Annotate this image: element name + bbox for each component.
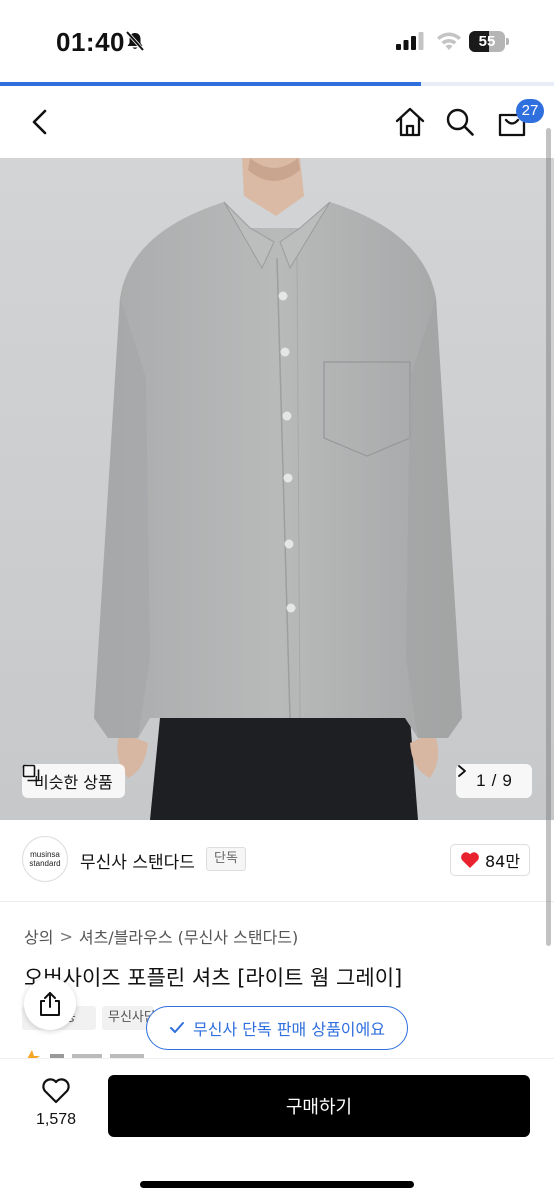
bottom-action-bar: 1,578 구매하기 [0, 1058, 554, 1200]
home-button[interactable] [390, 86, 430, 158]
cart-button[interactable]: 27 [490, 86, 544, 158]
buy-button[interactable]: 구매하기 [108, 1075, 530, 1137]
brand-logo[interactable]: musinsa standard [22, 836, 68, 882]
chevron-left-icon [32, 109, 47, 135]
image-page-indicator[interactable]: 1 / 9 [456, 764, 532, 798]
status-bar: 01:40 55 [0, 0, 554, 82]
brand-name-link[interactable]: 무신사 스탠다드 [80, 848, 195, 873]
breadcrumb-separator: > [59, 926, 73, 946]
toast-text: 무신사 단독 판매 상품이에요 [193, 1020, 385, 1039]
share-button[interactable] [24, 978, 76, 1030]
status-time: 01:40 [56, 27, 125, 57]
page-total: 9 [502, 771, 512, 790]
check-icon [170, 1022, 185, 1033]
bell-slash-icon [125, 30, 145, 52]
similar-items-icon [22, 764, 40, 782]
home-indicator[interactable] [140, 1181, 414, 1188]
breadcrumb-subcategory[interactable]: 셔츠/블라우스 (무신사 스탠다드) [79, 924, 298, 948]
brand-like-count: 84만 [484, 852, 521, 871]
heart-outline-icon [42, 1078, 70, 1104]
scrollbar[interactable] [546, 128, 551, 946]
heart-filled-icon [461, 852, 479, 868]
similar-products-label: 비슷한 상품 [34, 773, 113, 792]
top-nav: 27 [0, 86, 554, 158]
brand-logo-line2: standard [29, 859, 61, 868]
back-button[interactable] [20, 86, 60, 158]
rating-row-peek [27, 1050, 144, 1058]
breadcrumb-category[interactable]: 상의 [24, 924, 53, 948]
wishlist-button[interactable]: 1,578 [24, 1077, 88, 1147]
product-image-gallery[interactable]: 비슷한 상품 1 / 9 [0, 158, 554, 820]
search-icon [446, 108, 474, 136]
exclusive-badge: 단독 [206, 847, 246, 871]
brand-like-button[interactable]: 84만 [450, 844, 530, 876]
cart-count-badge: 27 [516, 99, 544, 123]
exclusive-toast: 무신사 단독 판매 상품이에요 [146, 1006, 408, 1050]
wifi-icon [437, 32, 461, 50]
page-current: 1 [476, 771, 486, 790]
page-separator: / [491, 771, 497, 790]
signal-icon [396, 32, 424, 50]
product-title: 오버사이즈 포플린 셔츠 [라이트 웜 그레이] [24, 966, 403, 990]
brand-logo-line1: musinsa [30, 850, 60, 859]
home-icon [395, 107, 425, 137]
breadcrumb: 상의 > 셔츠/블라우스 (무신사 스탠다드) [24, 924, 298, 948]
battery-icon: 55 [469, 31, 509, 52]
product-photo [0, 158, 554, 820]
brand-row: musinsa standard 무신사 스탠다드 단독 84만 [0, 820, 554, 902]
similar-products-button[interactable]: 비슷한 상품 [22, 764, 125, 798]
wishlist-count: 1,578 [35, 1111, 77, 1128]
share-icon [40, 992, 60, 1016]
battery-level-text: 55 [478, 33, 496, 50]
search-button[interactable] [440, 86, 480, 158]
chevron-right-icon [458, 765, 466, 777]
